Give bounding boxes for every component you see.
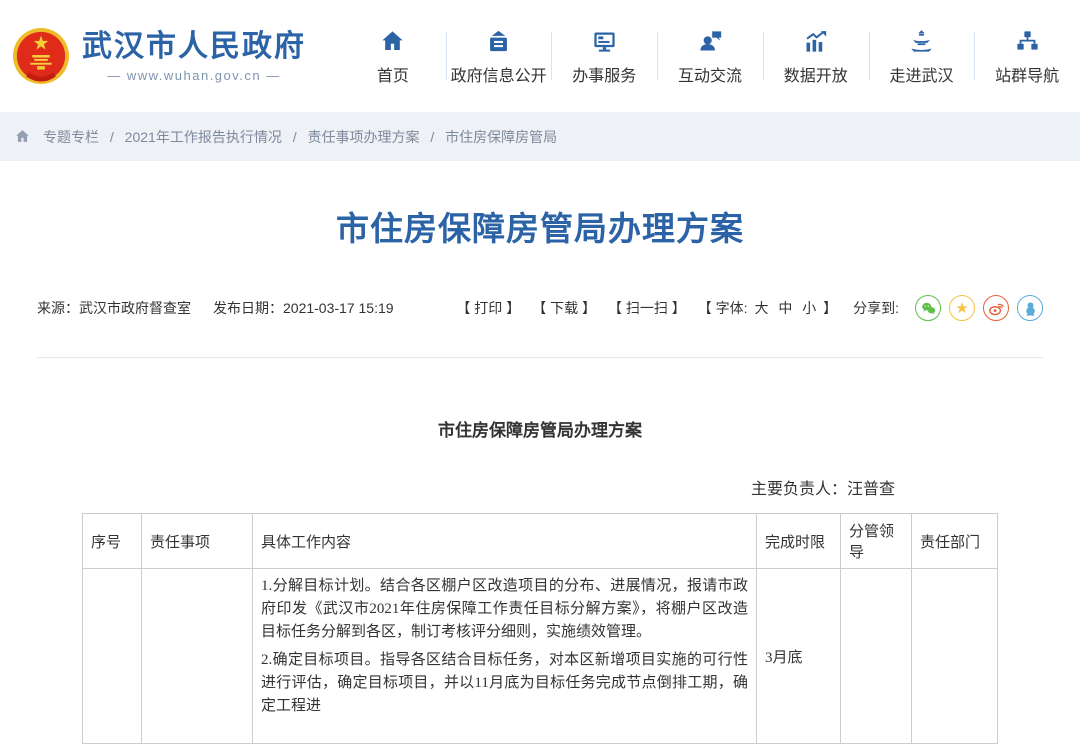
cell-deadline: 3月底: [757, 569, 841, 744]
cell-leader: [841, 569, 912, 744]
interaction-icon: [697, 27, 724, 55]
nav-label: 首页: [377, 62, 409, 86]
nav-item-info-disclosure[interactable]: 政府信息公开: [446, 0, 552, 112]
breadcrumb-item[interactable]: 专题专栏: [43, 129, 99, 145]
publish-date-label: 发布日期：: [213, 298, 283, 318]
responsible-person: 主要负责人：汪普查: [37, 475, 1043, 499]
font-size-prefix: 【 字体:: [698, 300, 748, 316]
qzone-share-icon[interactable]: ★: [949, 295, 975, 321]
home-icon[interactable]: [14, 128, 31, 145]
cell-item: [142, 569, 253, 744]
breadcrumb-separator: /: [430, 129, 434, 145]
cell-content: 1.分解目标计划。结合各区棚户区改造项目的分布、进展情况，报请市政府印发《武汉市…: [253, 569, 757, 744]
tower-icon: [908, 27, 935, 55]
col-header-index: 序号: [83, 514, 142, 569]
col-header-item: 责任事项: [142, 514, 253, 569]
article-toolbar: 【 打印 】 【 下载 】 【 扫一扫 】 【 字体: 大 中 小 】 分享到:…: [444, 295, 1043, 321]
breadcrumb-separator: /: [110, 129, 114, 145]
col-header-deadline: 完成时限: [757, 514, 841, 569]
article-meta-row: 来源： 武汉市政府督查室 发布日期： 2021-03-17 15:19 【 打印…: [37, 295, 1043, 321]
document-body: 市住房保障房管局办理方案 主要负责人：汪普查 序号 责任事项 具体工作内容 完成…: [37, 416, 1043, 744]
publish-date-value: 2021-03-17 15:19: [283, 300, 394, 316]
wechat-share-icon[interactable]: [915, 295, 941, 321]
nav-label: 办事服务: [572, 62, 636, 86]
qq-share-icon[interactable]: [1017, 295, 1043, 321]
site-logo[interactable]: 武汉市人民政府 — www.wuhan.gov.cn —: [12, 27, 340, 85]
site-header: 武汉市人民政府 — www.wuhan.gov.cn — 首页 政府信息公开 办…: [0, 0, 1080, 112]
breadcrumb-item[interactable]: 责任事项办理方案: [308, 129, 420, 145]
source-label: 来源：: [37, 298, 79, 318]
table-row: 1.分解目标计划。结合各区棚户区改造项目的分布、进展情况，报请市政府印发《武汉市…: [83, 569, 998, 744]
site-url: — www.wuhan.gov.cn —: [82, 68, 306, 83]
work-content-paragraph: 2.确定目标项目。指导各区结合目标任务，对本区新增项目实施的可行性进行评估，确定…: [261, 649, 748, 718]
cell-department: [912, 569, 998, 744]
font-size-large-button[interactable]: 大: [754, 300, 768, 316]
share-label: 分享到:: [853, 298, 899, 318]
main-nav: 首页 政府信息公开 办事服务 互动交流 数据开放: [340, 0, 1080, 112]
nav-label: 互动交流: [678, 62, 742, 86]
col-header-content: 具体工作内容: [253, 514, 757, 569]
nav-label: 数据开放: [784, 62, 848, 86]
cell-index: [83, 569, 142, 744]
open-data-icon: [802, 27, 829, 55]
services-icon: [591, 27, 618, 55]
col-header-leader: 分管领导: [841, 514, 912, 569]
table-header-row: 序号 责任事项 具体工作内容 完成时限 分管领导 责任部门: [83, 514, 998, 569]
font-size-small-button[interactable]: 小: [802, 300, 816, 316]
article-meta: 来源： 武汉市政府督查室 发布日期： 2021-03-17 15:19: [37, 298, 394, 318]
nav-label: 走进武汉: [889, 62, 953, 86]
home-icon: [379, 27, 406, 55]
page-title: 市住房保障房管局办理方案: [37, 207, 1043, 251]
nav-item-services[interactable]: 办事服务: [551, 0, 657, 112]
site-name: 武汉市人民政府: [82, 29, 306, 65]
breadcrumb-separator: /: [293, 129, 297, 145]
nav-item-interaction[interactable]: 互动交流: [657, 0, 763, 112]
font-size-suffix: 】: [823, 300, 837, 316]
font-size-control: 【 字体: 大 中 小 】: [698, 298, 837, 318]
nav-item-open-data[interactable]: 数据开放: [763, 0, 869, 112]
source-value: 武汉市政府督查室: [79, 298, 191, 318]
nav-item-home[interactable]: 首页: [340, 0, 446, 112]
document-title: 市住房保障房管局办理方案: [37, 416, 1043, 441]
scan-qr-button[interactable]: 【 扫一扫 】: [608, 298, 686, 318]
download-button[interactable]: 【 下载 】: [532, 298, 596, 318]
task-table: 序号 责任事项 具体工作内容 完成时限 分管领导 责任部门 1.分解目标计划。结…: [82, 513, 998, 744]
breadcrumb-item-current: 市住房保障房管局: [445, 129, 557, 145]
nav-label: 站群导航: [995, 62, 1059, 86]
nav-item-sitemap[interactable]: 站群导航: [974, 0, 1080, 112]
breadcrumb-item[interactable]: 2021年工作报告执行情况: [125, 129, 282, 145]
font-size-medium-button[interactable]: 中: [778, 300, 792, 316]
sitemap-icon: [1014, 27, 1041, 55]
info-disclosure-icon: [485, 27, 512, 55]
col-header-department: 责任部门: [912, 514, 998, 569]
nav-label: 政府信息公开: [451, 62, 547, 86]
nav-item-about-wuhan[interactable]: 走进武汉: [869, 0, 975, 112]
weibo-share-icon[interactable]: [983, 295, 1009, 321]
work-content-paragraph: 1.分解目标计划。结合各区棚户区改造项目的分布、进展情况，报请市政府印发《武汉市…: [261, 575, 748, 644]
print-button[interactable]: 【 打印 】: [456, 298, 520, 318]
breadcrumb-bar: 专题专栏 / 2021年工作报告执行情况 / 责任事项办理方案 / 市住房保障房…: [0, 112, 1080, 161]
breadcrumb: 专题专栏 / 2021年工作报告执行情况 / 责任事项办理方案 / 市住房保障房…: [43, 127, 557, 147]
national-emblem-icon: [12, 27, 70, 85]
section-divider: [37, 357, 1043, 358]
main-content: 市住房保障房管局办理方案 来源： 武汉市政府督查室 发布日期： 2021-03-…: [0, 207, 1080, 744]
